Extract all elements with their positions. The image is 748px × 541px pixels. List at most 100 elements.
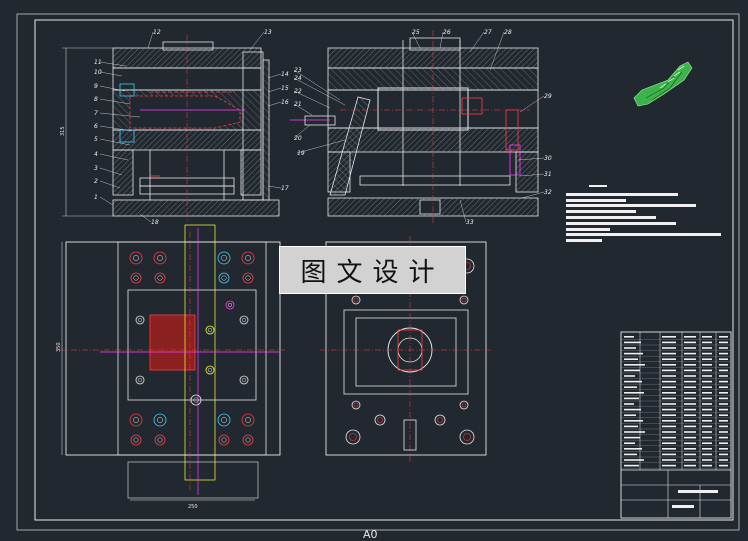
bom-row	[624, 464, 639, 467]
bom-row	[624, 442, 635, 444]
bolt-hole	[205, 325, 215, 335]
sheet-size-label: A0	[363, 528, 378, 541]
balloon-label: 24	[294, 75, 302, 82]
bolt-hole	[239, 315, 249, 325]
bolt-hole	[130, 434, 142, 446]
balloon-label: 3	[94, 165, 98, 172]
bom-row	[624, 380, 642, 383]
bom-row	[624, 431, 645, 433]
balloon-label: 15	[281, 85, 289, 92]
bill-of-materials	[621, 336, 731, 469]
plan-width-dimension: 250	[188, 504, 198, 510]
balloon-label: 28	[504, 29, 512, 36]
balloon-label: 12	[153, 29, 161, 36]
bom-row	[624, 459, 644, 461]
balloon-label: 32	[544, 189, 552, 196]
balloon-label: 11	[94, 59, 102, 66]
bom-row	[624, 397, 639, 400]
balloon-label: 20	[294, 135, 302, 142]
bolt-hole	[218, 434, 230, 446]
molded-part-icon	[633, 61, 693, 107]
bom-row	[624, 341, 641, 344]
bolt-hole	[154, 434, 166, 446]
balloon-label: 13	[264, 29, 272, 36]
bolt-hole	[130, 272, 142, 284]
balloon-label: 9	[94, 83, 98, 90]
bom-row	[624, 436, 640, 439]
bolt-hole	[351, 295, 361, 305]
balloon-label: 14	[281, 71, 289, 78]
balloon-label: 17	[281, 185, 289, 192]
bolt-hole	[239, 375, 249, 385]
bolt-hole	[153, 413, 167, 427]
bom-row	[624, 425, 638, 428]
bolt-hole	[242, 434, 254, 446]
bolt-hole	[241, 251, 255, 265]
balloon-label: 10	[94, 69, 102, 76]
cad-drawing-sheet: 315 1 2 3 4 5 6 7 8 9 10 11 12 13 14 15 16 17 18 19 20 21 22…	[0, 0, 748, 541]
balloon-label: 4	[94, 151, 98, 158]
bolt-hole	[459, 429, 475, 445]
balloon-label: 19	[297, 150, 305, 157]
bom-row	[624, 364, 645, 366]
balloon-label: 18	[151, 219, 159, 226]
bolt-hole	[351, 400, 361, 410]
side-section-view	[290, 30, 539, 225]
balloon-label: 7	[94, 110, 98, 117]
bom-row	[624, 347, 636, 349]
front-height-dimension: 315	[60, 126, 66, 136]
bolt-hole	[129, 251, 143, 265]
front-section-view: 3 1 5	[60, 35, 280, 222]
balloon-label: 16	[281, 99, 289, 106]
bolt-hole	[129, 413, 143, 427]
technical-notes	[566, 185, 721, 242]
bolt-hole	[434, 414, 446, 426]
bom-row	[624, 420, 643, 422]
bolt-hole	[205, 365, 215, 375]
balloon-label: 6	[94, 123, 98, 130]
balloon-label: 23	[294, 67, 302, 74]
bom-row	[624, 448, 642, 450]
watermark-label: 图文设计	[279, 246, 466, 294]
balloon-label: 5	[94, 136, 98, 143]
bom-row	[624, 386, 637, 388]
bom-row	[624, 369, 640, 372]
bom-row	[624, 453, 637, 456]
bom-row	[624, 403, 634, 405]
balloon-label: 27	[484, 29, 492, 36]
bolt-hole	[459, 295, 469, 305]
bom-row	[624, 414, 636, 416]
balloon-label: 31	[544, 171, 552, 178]
bolt-hole	[241, 413, 255, 427]
balloon-label: 26	[443, 29, 451, 36]
balloon-label: 2	[94, 178, 98, 185]
bom-row	[624, 352, 643, 355]
balloon-label: 1	[94, 194, 98, 201]
balloon-label: 33	[466, 219, 474, 226]
bolt-hole	[217, 251, 231, 265]
bolt-hole	[154, 272, 166, 284]
bolt-hole	[218, 272, 230, 284]
bolt-hole	[374, 414, 386, 426]
bolt-hole	[135, 315, 145, 325]
bolt-hole	[345, 429, 361, 445]
bom-row	[624, 375, 635, 377]
bolt-hole	[242, 272, 254, 284]
plan-height-dimension: 350	[56, 342, 62, 352]
bom-row	[624, 358, 638, 360]
balloon-label: 29	[544, 93, 552, 100]
bom-row	[624, 336, 634, 338]
bolt-hole	[153, 251, 167, 265]
bolt-hole	[225, 300, 235, 310]
bolt-hole	[459, 400, 469, 410]
balloon-label: 8	[94, 96, 98, 103]
bolt-hole	[135, 375, 145, 385]
bom-row	[624, 392, 644, 394]
bom-row	[624, 408, 641, 411]
bolt-hole	[217, 413, 231, 427]
balloon-label: 30	[544, 155, 552, 162]
balloon-label: 25	[412, 29, 420, 36]
balloon-label: 22	[294, 88, 302, 95]
moving-half-plan-view: 250 350	[56, 224, 285, 510]
balloon-label: 21	[294, 101, 302, 108]
